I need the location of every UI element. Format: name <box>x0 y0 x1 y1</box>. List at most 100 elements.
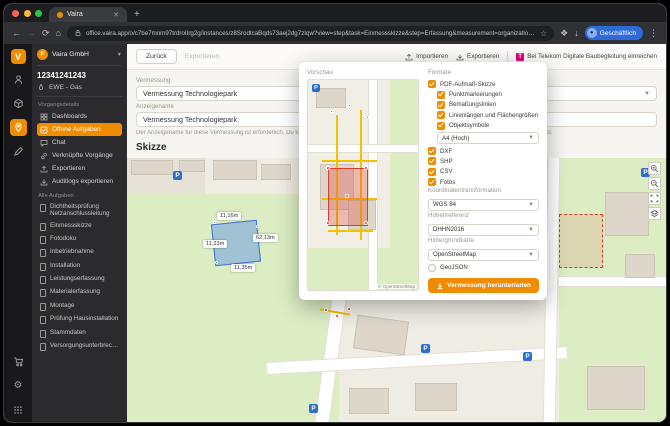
preview-building <box>316 88 346 108</box>
task-item-materialerfassung[interactable]: Materialerfassung <box>37 286 122 299</box>
parking-marker[interactable]: P <box>309 404 318 413</box>
downloads-icon[interactable]: ↓ <box>574 28 579 38</box>
tab-close-icon[interactable]: ✕ <box>113 11 119 19</box>
map-pin-icon[interactable] <box>9 119 27 136</box>
import-button[interactable]: Importieren <box>405 53 448 61</box>
back-button[interactable]: Zurück <box>136 49 177 64</box>
browser-profile-chip[interactable]: ● Geschäftlich <box>584 26 643 40</box>
checkbox-checked-icon[interactable] <box>428 157 436 166</box>
task-item-einmessskizze[interactable]: Einmessskizze <box>37 219 122 232</box>
sidebar-item-open-tasks[interactable]: Offene Aufgaben <box>37 123 122 136</box>
format-option-dimension-lines[interactable]: Bemaßungslinien <box>437 100 539 109</box>
vertex-point <box>256 225 259 228</box>
sidebar-item-linked-processes[interactable]: Verknüpfte Vorgänge <box>37 149 122 162</box>
map-building <box>261 164 291 180</box>
format-option-lengths-areas[interactable]: Linienlängen und Flächengrößen <box>437 111 539 120</box>
user-icon[interactable] <box>10 71 27 88</box>
checkbox-unchecked-icon[interactable] <box>428 263 436 272</box>
checkbox-checked-icon[interactable] <box>428 167 436 176</box>
sidebar-item-auditlogs[interactable]: Auditlogs exportieren <box>37 175 122 188</box>
download-measurement-button[interactable]: Vermessung herunterladen <box>428 278 539 293</box>
measurement-label: 62,13m <box>253 234 278 242</box>
fit-view-button[interactable] <box>648 192 661 205</box>
org-switcher[interactable]: F Vaira GmbH ▼ <box>37 49 122 66</box>
checkbox-checked-icon[interactable] <box>437 121 445 130</box>
telekom-submit-button[interactable]: T Bei Telekom Digitale Baubegleitung ein… <box>516 52 657 61</box>
document-icon <box>40 235 46 244</box>
paper-size-select[interactable]: A4 (Hoch) ▼ <box>437 132 539 145</box>
parking-marker[interactable]: P <box>523 352 532 361</box>
layers-button[interactable] <box>648 207 661 220</box>
dashboard-icon <box>40 113 48 121</box>
sidebar-item-chat[interactable]: Chat <box>37 136 122 149</box>
checkbox-checked-icon[interactable] <box>437 90 445 99</box>
task-item-inbetriebnahme[interactable]: Inbetriebnahme <box>37 246 122 259</box>
cart-icon[interactable] <box>10 353 27 370</box>
reload-icon[interactable]: ⟳ <box>42 28 50 38</box>
survey-point <box>335 314 339 318</box>
minimize-window-button[interactable] <box>23 9 31 17</box>
format-option-geojson[interactable]: GeoJSON <box>428 263 539 272</box>
coordinate-transformation-label: Koordinatentransformation <box>428 187 501 195</box>
apps-grid-icon[interactable] <box>10 401 27 418</box>
task-item-stammdaten[interactable]: Stammdaten <box>37 326 122 339</box>
tab-strip: Vaira ✕ + <box>4 4 666 22</box>
process-type[interactable]: EWE - Gas <box>37 83 122 97</box>
checkbox-checked-icon[interactable] <box>428 178 436 187</box>
home-icon[interactable]: ⌂ <box>56 28 61 38</box>
extensions-icon[interactable]: ❖ <box>560 28 568 38</box>
task-item-installation[interactable]: Installation <box>37 260 122 273</box>
export-disabled-button[interactable]: Exportieren <box>185 53 220 60</box>
preview-road <box>368 80 378 290</box>
back-icon[interactable]: ← <box>12 28 21 38</box>
coordinate-transformation-select[interactable]: WGS 84 ▼ <box>428 198 539 211</box>
task-item-pruefung-hausinstallation[interactable]: Prüfung Hausinstallation <box>37 313 122 326</box>
preview-point <box>348 104 351 107</box>
preview-survey-point <box>345 194 349 198</box>
task-item-leistungserfassung[interactable]: Leistungserfassung <box>37 273 122 286</box>
document-icon <box>40 342 46 351</box>
task-item-versorgungsunterbrechung[interactable]: Versorgungsunterbrechung <box>37 340 122 353</box>
format-option-fotos[interactable]: Fotos <box>428 178 539 187</box>
format-option-object-symbols[interactable]: Objektsymbole <box>437 121 539 130</box>
format-option-dxf[interactable]: DXF <box>428 147 539 156</box>
export-button[interactable]: Exportieren <box>456 53 499 61</box>
format-option-csv[interactable]: CSV <box>428 167 539 176</box>
format-option-pdf[interactable]: PDF-Aufmaß-Skizze <box>428 80 539 89</box>
checkbox-checked-icon[interactable] <box>437 100 445 109</box>
pen-icon[interactable] <box>10 143 27 160</box>
format-option-point-markers[interactable]: Punktmarkierungen <box>437 90 539 99</box>
bookmark-star-icon[interactable]: ☆ <box>540 29 547 38</box>
document-icon <box>40 262 46 271</box>
browser-tab[interactable]: Vaira ✕ <box>49 7 127 22</box>
close-window-button[interactable] <box>12 9 19 17</box>
traffic-lights[interactable] <box>12 4 42 22</box>
sidebar-item-dashboards[interactable]: Dashboards <box>37 110 122 123</box>
checkbox-checked-icon[interactable] <box>437 111 445 120</box>
vaira-logo[interactable]: V <box>10 49 26 64</box>
zoom-in-button[interactable] <box>648 162 661 175</box>
document-icon <box>40 302 46 311</box>
checkbox-checked-icon[interactable] <box>428 147 436 156</box>
modules-icon[interactable] <box>10 95 27 112</box>
browser-menu-icon[interactable]: ⋮ <box>649 28 658 38</box>
settings-gear-icon[interactable]: ⚙ <box>10 377 27 394</box>
background-map-select[interactable]: OpenStreetMap ▼ <box>428 248 539 261</box>
zoom-out-button[interactable] <box>648 177 661 190</box>
task-item-fotodoku[interactable]: Fotodoku <box>37 233 122 246</box>
forward-icon[interactable]: → <box>27 28 36 38</box>
sketch-preview-map[interactable]: P © OpenStreetMap <box>307 79 419 291</box>
task-item-dichtheitspruefung[interactable]: Dichtheitsprüfung Netzanschlussleitung <box>37 201 122 219</box>
new-tab-button[interactable]: + <box>134 7 140 22</box>
document-icon <box>40 329 46 338</box>
checkbox-checked-icon[interactable] <box>428 80 436 89</box>
parking-marker[interactable]: P <box>421 344 430 353</box>
sidebar-item-label: Offene Aufgaben <box>52 126 101 133</box>
format-option-shp[interactable]: SHP <box>428 157 539 166</box>
height-reference-select[interactable]: DHHN2016 ▼ <box>428 223 539 236</box>
zoom-window-button[interactable] <box>35 9 42 17</box>
parking-marker[interactable]: P <box>173 171 182 180</box>
task-item-montage[interactable]: Montage <box>37 300 122 313</box>
sidebar-item-export[interactable]: Exportieren <box>37 162 122 175</box>
address-bar[interactable]: office.vaira.app/o/c7be7mnm97trdroIIrg2g… <box>66 25 555 41</box>
